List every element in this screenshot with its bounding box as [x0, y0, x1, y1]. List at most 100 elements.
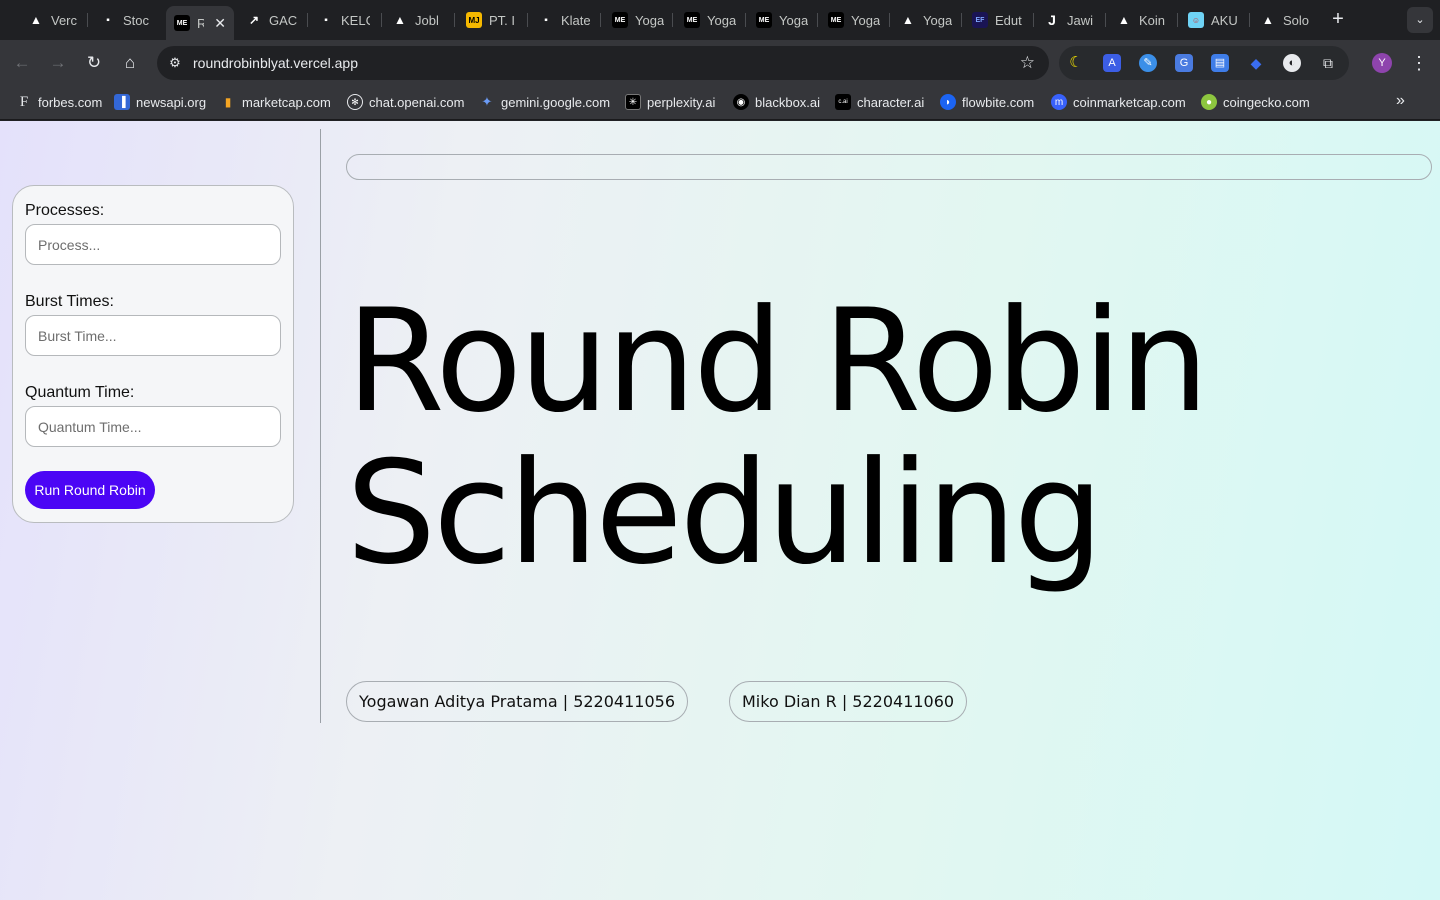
- run-round-robin-button[interactable]: Run Round Robin: [25, 471, 155, 509]
- perplexity-icon: ✳: [625, 94, 641, 110]
- tab-separator: [381, 13, 382, 27]
- compass-extension-icon[interactable]: ✎: [1139, 54, 1157, 72]
- url-text[interactable]: roundrobinblyat.vercel.app: [193, 55, 358, 71]
- tab-1[interactable]: ▪ Stoc: [100, 7, 152, 33]
- bookmark-blackbox[interactable]: ◉ blackbox.ai: [733, 94, 820, 110]
- tab-14[interactable]: J Jawi: [1044, 7, 1096, 33]
- close-tab-icon[interactable]: ✕: [214, 15, 226, 32]
- dots-icon: ▪: [544, 14, 548, 26]
- translate-extension-icon[interactable]: A: [1103, 54, 1121, 72]
- address-bar[interactable]: ⚙ roundrobinblyat.vercel.app ☆: [157, 46, 1049, 80]
- bookmark-flowbite[interactable]: ◗ flowbite.com: [940, 94, 1034, 110]
- bookmark-star-icon[interactable]: ☆: [1020, 53, 1035, 73]
- tab-2-active[interactable]: ME R ✕: [166, 6, 234, 40]
- tab-16[interactable]: ☺ AKU: [1188, 7, 1240, 33]
- vercel-triangle-icon: ▲: [30, 13, 42, 27]
- bookmark-openai[interactable]: ✻ chat.openai.com: [347, 94, 464, 110]
- extensions-bar: ☾ A ✎ G ▤ ◆ ◐ ⧉: [1059, 46, 1349, 80]
- tab-separator: [817, 13, 818, 27]
- quantum-time-input[interactable]: [25, 406, 281, 447]
- title-line-2: Scheduling: [346, 431, 1104, 596]
- new-tab-button[interactable]: +: [1328, 8, 1348, 30]
- tab-separator: [961, 13, 962, 27]
- tab-7[interactable]: ▪ Klate: [538, 7, 590, 33]
- tab-separator: [454, 13, 455, 27]
- tab-8[interactable]: ME Yoga: [612, 7, 664, 33]
- dots-icon: ▪: [106, 14, 110, 26]
- tab-separator: [1105, 13, 1106, 27]
- vercel-triangle-icon: ▲: [902, 13, 914, 27]
- vercel-triangle-icon: ▲: [394, 13, 406, 27]
- tab-17[interactable]: ▲ Solo: [1260, 7, 1312, 33]
- tab-separator: [672, 13, 673, 27]
- vertical-divider: [320, 129, 321, 723]
- docs-extension-icon[interactable]: ▤: [1211, 54, 1229, 72]
- chevron-down-icon: ⌄: [1415, 14, 1425, 26]
- more-bookmarks-icon[interactable]: »: [1396, 92, 1405, 110]
- tab-5[interactable]: ▲ Jobl: [392, 7, 444, 33]
- bookmark-coingecko[interactable]: ● coingecko.com: [1201, 94, 1310, 110]
- j-icon: J: [1048, 12, 1056, 28]
- openai-icon: ✻: [347, 94, 363, 110]
- bars-icon: ▮: [224, 95, 232, 109]
- medium-icon: ME: [612, 12, 628, 28]
- processes-input[interactable]: [25, 224, 281, 265]
- shield-extension-icon[interactable]: ◐: [1283, 54, 1301, 72]
- burst-times-input[interactable]: [25, 315, 281, 356]
- puzzle-extensions-icon[interactable]: ⧉: [1319, 54, 1337, 72]
- tab-separator: [1033, 13, 1034, 27]
- site-info-icon[interactable]: ⚙: [165, 53, 185, 73]
- bookmark-characterai[interactable]: c.ai character.ai: [835, 94, 924, 110]
- page-title: Round Robin Scheduling: [346, 286, 1426, 590]
- forward-button[interactable]: →: [46, 51, 70, 75]
- processes-label: Processes:: [25, 202, 105, 219]
- tab-10[interactable]: ME Yoga: [756, 7, 808, 33]
- bookmark-marketcap[interactable]: ▮ marketcap.com: [220, 94, 331, 110]
- bookmark-perplexity[interactable]: ✳ perplexity.ai: [625, 94, 715, 110]
- tab-separator: [600, 13, 601, 27]
- bookmark-gemini[interactable]: ✦ gemini.google.com: [479, 94, 611, 110]
- bookmark-coinmarketcap[interactable]: m coinmarketcap.com: [1051, 94, 1186, 110]
- author-badge-1: Yogawan Aditya Pratama | 5220411056: [346, 681, 688, 722]
- tab-9[interactable]: ME Yoga: [684, 7, 736, 33]
- profile-avatar[interactable]: Y: [1372, 53, 1392, 73]
- medium-icon: ME: [756, 12, 772, 28]
- tab-separator: [1249, 13, 1250, 27]
- flowbite-icon: ◗: [940, 94, 956, 110]
- home-button[interactable]: ⌂: [118, 51, 142, 75]
- output-bar: [346, 154, 1432, 180]
- bookmark-extension-icon[interactable]: ◆: [1247, 54, 1265, 72]
- tab-11[interactable]: ME Yoga: [828, 7, 880, 33]
- tab-12[interactable]: ▲ Yoga: [900, 7, 952, 33]
- tab-3[interactable]: ↗ GAC: [246, 7, 298, 33]
- tab-separator: [87, 13, 88, 27]
- tab-separator: [1177, 13, 1178, 27]
- dots-icon: ▪: [324, 14, 328, 26]
- characterai-icon: c.ai: [835, 94, 851, 110]
- medium-icon: ME: [684, 12, 700, 28]
- quantum-time-label: Quantum Time:: [25, 384, 135, 401]
- reload-button[interactable]: ↻: [82, 51, 106, 75]
- newsapi-icon: ▐: [114, 94, 130, 110]
- page-content: Processes: Burst Times: Quantum Time: Ru…: [0, 121, 1440, 900]
- tab-4[interactable]: ▪ KELC: [318, 7, 370, 33]
- tab-strip: ▲ Verc ▪ Stoc ME R ✕ ↗ GAC ▪ KELC ▲ Jobl…: [0, 0, 1440, 40]
- browser-toolbar: ← → ↻ ⌂ ⚙ roundrobinblyat.vercel.app ☆ ☾…: [0, 40, 1440, 86]
- tab-separator: [745, 13, 746, 27]
- tab-0[interactable]: ▲ Verc: [28, 7, 78, 33]
- dark-mode-extension-icon[interactable]: ☾: [1067, 54, 1085, 72]
- tab-search-button[interactable]: ⌄: [1407, 7, 1433, 33]
- bookmark-newsapi[interactable]: ▐ newsapi.org: [114, 94, 206, 110]
- tab-15[interactable]: ▲ Koin: [1116, 7, 1168, 33]
- bookmark-forbes[interactable]: F forbes.com: [16, 94, 102, 110]
- tab-6[interactable]: MJ PT. I: [466, 7, 518, 33]
- arrow-icon: ↗: [248, 13, 260, 27]
- browser-menu-icon[interactable]: ⋮: [1410, 51, 1428, 75]
- scheduler-form: Processes: Burst Times: Quantum Time: Ru…: [12, 185, 294, 523]
- back-button[interactable]: ←: [10, 51, 34, 75]
- gemini-icon: ✦: [481, 94, 493, 109]
- vercel-triangle-icon: ▲: [1118, 13, 1130, 27]
- tab-13[interactable]: EF Edut: [972, 7, 1024, 33]
- google-translate-extension-icon[interactable]: G: [1175, 54, 1193, 72]
- coingecko-icon: ●: [1201, 94, 1217, 110]
